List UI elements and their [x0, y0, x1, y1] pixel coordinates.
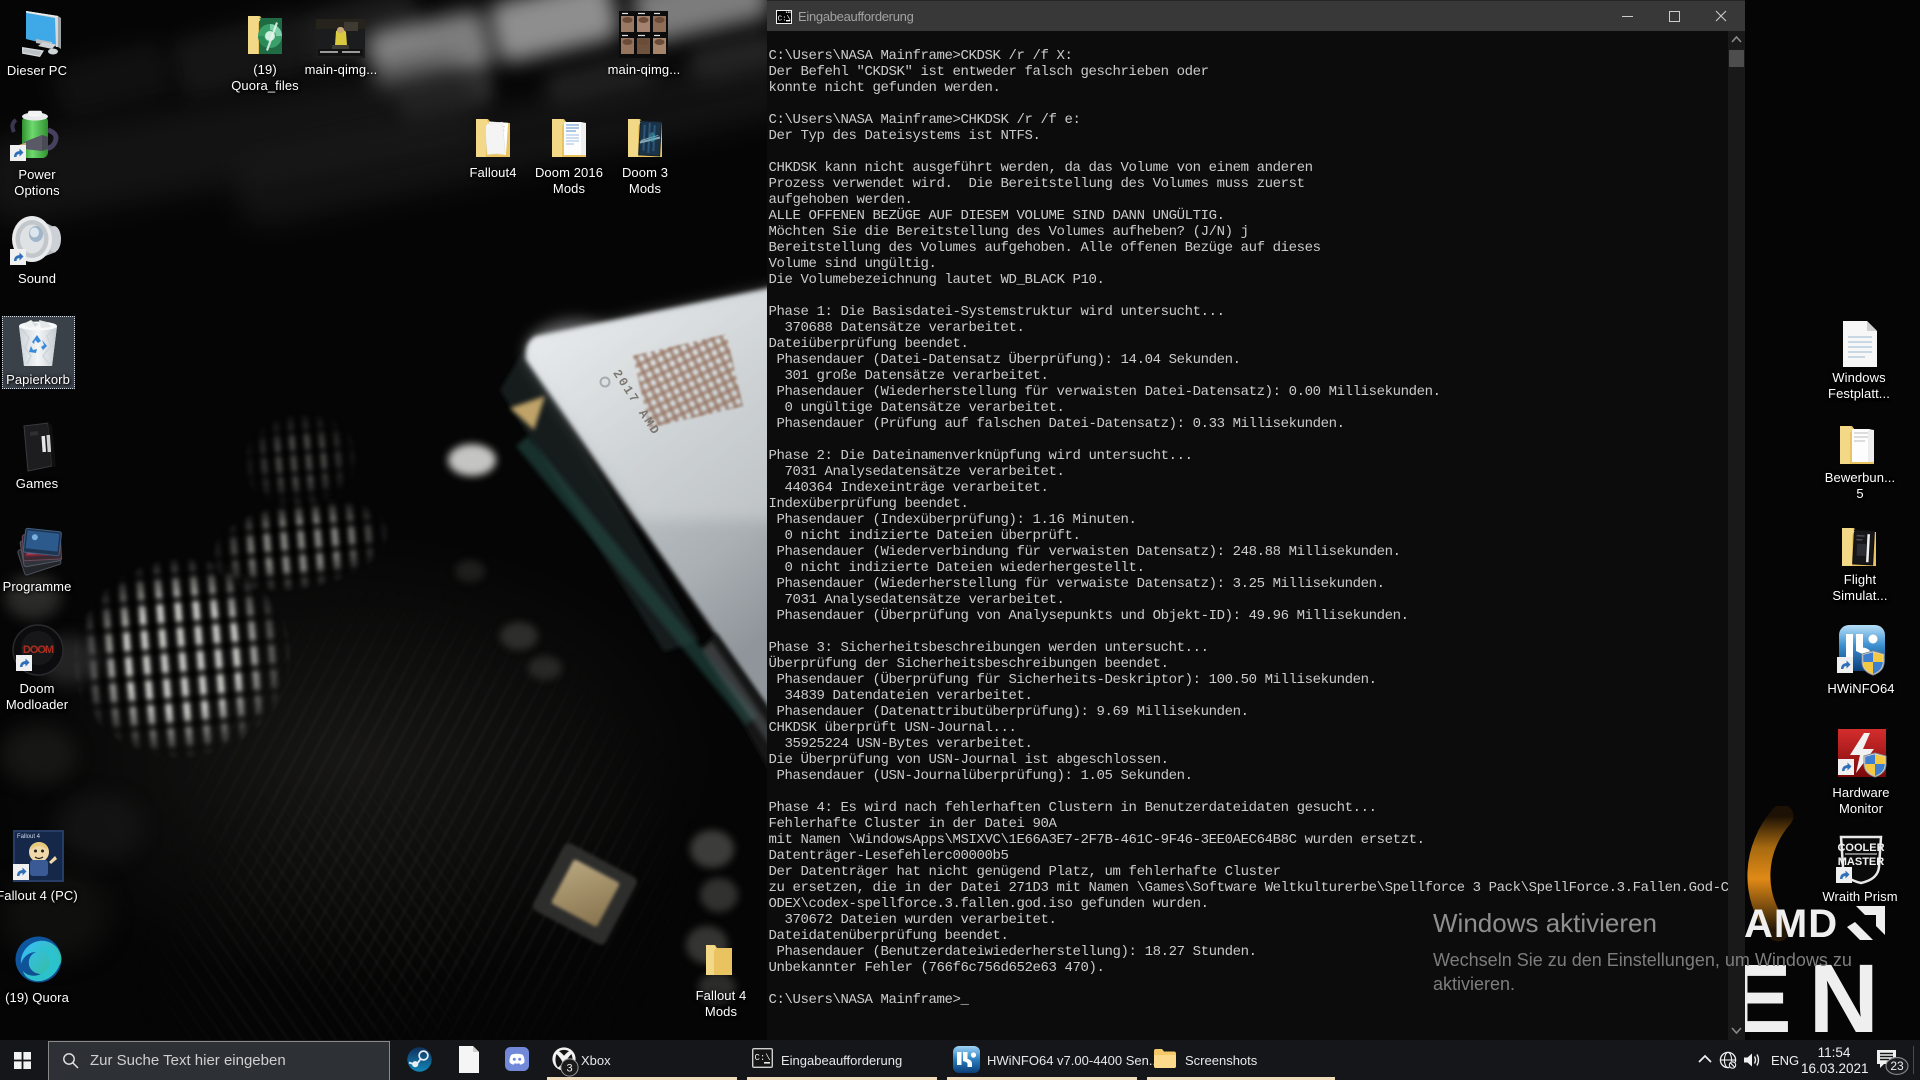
svg-text:3: 3: [566, 1062, 572, 1074]
svg-text:23: 23: [1890, 1059, 1904, 1073]
svg-text:C:\: C:\: [755, 1053, 771, 1063]
svg-text:COOLER: COOLER: [1837, 842, 1884, 854]
svg-text:C:\: C:\: [778, 16, 792, 24]
svg-text:Fallout 4: Fallout 4: [17, 834, 41, 840]
